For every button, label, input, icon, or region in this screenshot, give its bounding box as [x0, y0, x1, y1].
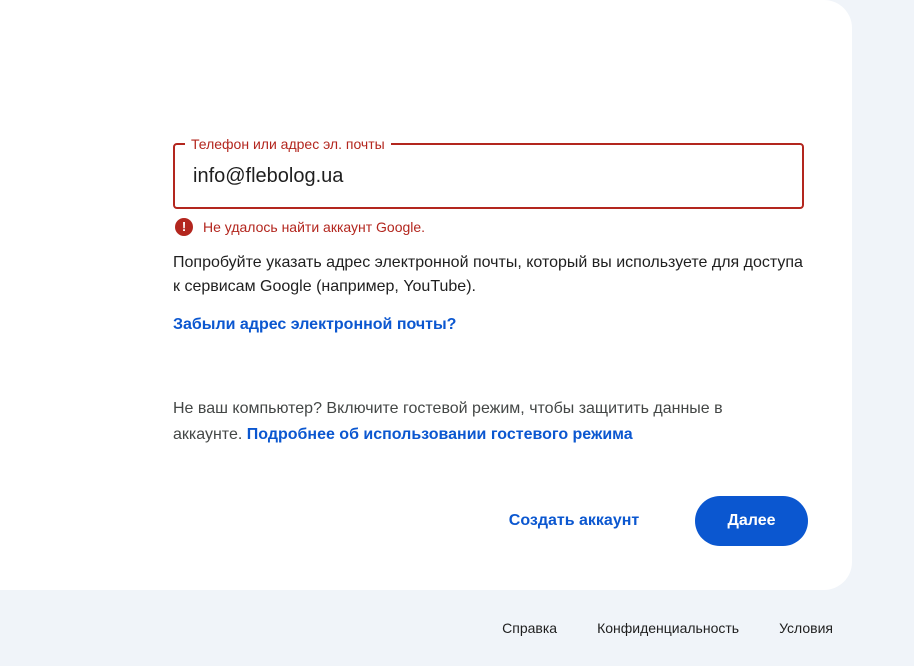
- footer-privacy-link[interactable]: Конфиденциальность: [597, 620, 739, 636]
- create-account-button[interactable]: Создать аккаунт: [484, 497, 664, 545]
- signin-card: Телефон или адрес эл. почты ! Не удалось…: [0, 0, 852, 590]
- hint-text: Попробуйте указать адрес электронной поч…: [173, 254, 803, 295]
- email-field[interactable]: Телефон или адрес эл. почты: [173, 135, 804, 209]
- footer-terms-link[interactable]: Условия: [779, 620, 833, 636]
- error-message-row: ! Не удалось найти аккаунт Google.: [173, 217, 425, 237]
- footer-links: Справка Конфиденциальность Условия: [502, 620, 833, 636]
- error-message: Не удалось найти аккаунт Google.: [203, 219, 426, 235]
- guest-mode-link[interactable]: Подробнее об использовании гостевого реж…: [247, 426, 633, 443]
- email-input[interactable]: [175, 145, 802, 207]
- next-button[interactable]: Далее: [695, 496, 808, 546]
- footer-help-link[interactable]: Справка: [502, 620, 557, 636]
- error-circle-icon: !: [175, 218, 193, 236]
- guest-mode-text: Не ваш компьютер? Включите гостевой режи…: [173, 396, 793, 448]
- forgot-email-link[interactable]: Забыли адрес электронной почты?: [173, 316, 456, 334]
